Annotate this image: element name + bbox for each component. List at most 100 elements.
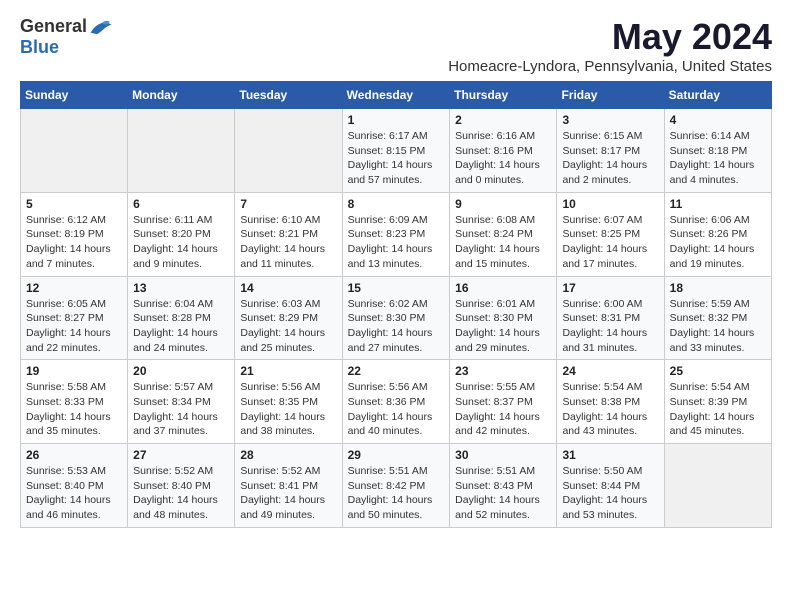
calendar-cell: 22 Sunrise: 5:56 AM Sunset: 8:36 PM Dayli… — [342, 360, 450, 444]
day-number: 4 — [670, 113, 766, 127]
calendar-header-row: SundayMondayTuesdayWednesdayThursdayFrid… — [21, 82, 772, 109]
calendar-cell: 14 Sunrise: 6:03 AM Sunset: 8:29 PM Dayli… — [235, 276, 342, 360]
day-info: Sunrise: 5:54 AM Sunset: 8:39 PM Dayligh… — [670, 380, 766, 439]
day-info: Sunrise: 5:59 AM Sunset: 8:32 PM Dayligh… — [670, 297, 766, 356]
day-number: 2 — [455, 113, 551, 127]
day-number: 30 — [455, 448, 551, 462]
calendar-cell: 15 Sunrise: 6:02 AM Sunset: 8:30 PM Dayli… — [342, 276, 450, 360]
day-info: Sunrise: 6:11 AM Sunset: 8:20 PM Dayligh… — [133, 213, 229, 272]
day-number: 9 — [455, 197, 551, 211]
day-number: 19 — [26, 364, 122, 378]
calendar-cell: 3 Sunrise: 6:15 AM Sunset: 8:17 PM Daylig… — [557, 109, 664, 193]
day-info: Sunrise: 6:03 AM Sunset: 8:29 PM Dayligh… — [240, 297, 336, 356]
calendar-cell: 18 Sunrise: 5:59 AM Sunset: 8:32 PM Dayli… — [664, 276, 771, 360]
day-number: 6 — [133, 197, 229, 211]
calendar-cell: 20 Sunrise: 5:57 AM Sunset: 8:34 PM Dayli… — [128, 360, 235, 444]
day-number: 29 — [348, 448, 445, 462]
calendar-cell: 6 Sunrise: 6:11 AM Sunset: 8:20 PM Daylig… — [128, 192, 235, 276]
calendar-cell: 21 Sunrise: 5:56 AM Sunset: 8:35 PM Dayli… — [235, 360, 342, 444]
day-info: Sunrise: 5:56 AM Sunset: 8:36 PM Dayligh… — [348, 380, 445, 439]
day-info: Sunrise: 6:08 AM Sunset: 8:24 PM Dayligh… — [455, 213, 551, 272]
calendar-header-day: Tuesday — [235, 82, 342, 109]
day-number: 5 — [26, 197, 122, 211]
calendar-cell: 30 Sunrise: 5:51 AM Sunset: 8:43 PM Dayli… — [450, 444, 557, 528]
calendar-cell: 7 Sunrise: 6:10 AM Sunset: 8:21 PM Daylig… — [235, 192, 342, 276]
day-number: 28 — [240, 448, 336, 462]
day-number: 1 — [348, 113, 445, 127]
day-info: Sunrise: 6:00 AM Sunset: 8:31 PM Dayligh… — [562, 297, 658, 356]
calendar-header-day: Sunday — [21, 82, 128, 109]
calendar-cell: 25Sunrise: 5:54 AM Sunset: 8:39 PM Dayli… — [664, 360, 771, 444]
calendar-cell: 23Sunrise: 5:55 AM Sunset: 8:37 PM Dayli… — [450, 360, 557, 444]
day-number: 14 — [240, 281, 336, 295]
calendar-cell: 29Sunrise: 5:51 AM Sunset: 8:42 PM Dayli… — [342, 444, 450, 528]
day-info: Sunrise: 5:56 AM Sunset: 8:35 PM Dayligh… — [240, 380, 336, 439]
day-number: 13 — [133, 281, 229, 295]
calendar-header-day: Thursday — [450, 82, 557, 109]
logo: General Blue — [20, 16, 113, 58]
day-info: Sunrise: 6:02 AM Sunset: 8:30 PM Dayligh… — [348, 297, 445, 356]
day-info: Sunrise: 6:15 AM Sunset: 8:17 PM Dayligh… — [562, 129, 658, 188]
day-info: Sunrise: 5:57 AM Sunset: 8:34 PM Dayligh… — [133, 380, 229, 439]
calendar-cell: 9 Sunrise: 6:08 AM Sunset: 8:24 PM Daylig… — [450, 192, 557, 276]
calendar-header-day: Saturday — [664, 82, 771, 109]
calendar-cell: 19 Sunrise: 5:58 AM Sunset: 8:33 PM Dayli… — [21, 360, 128, 444]
calendar-cell — [235, 109, 342, 193]
day-number: 7 — [240, 197, 336, 211]
day-info: Sunrise: 6:04 AM Sunset: 8:28 PM Dayligh… — [133, 297, 229, 356]
day-number: 20 — [133, 364, 229, 378]
day-info: Sunrise: 5:50 AM Sunset: 8:44 PM Dayligh… — [562, 464, 658, 523]
calendar-cell: 10Sunrise: 6:07 AM Sunset: 8:25 PM Dayli… — [557, 192, 664, 276]
calendar-cell: 5 Sunrise: 6:12 AM Sunset: 8:19 PM Daylig… — [21, 192, 128, 276]
day-info: Sunrise: 6:10 AM Sunset: 8:21 PM Dayligh… — [240, 213, 336, 272]
day-number: 11 — [670, 197, 766, 211]
day-info: Sunrise: 6:12 AM Sunset: 8:19 PM Dayligh… — [26, 213, 122, 272]
calendar-cell: 28Sunrise: 5:52 AM Sunset: 8:41 PM Dayli… — [235, 444, 342, 528]
day-info: Sunrise: 5:54 AM Sunset: 8:38 PM Dayligh… — [562, 380, 658, 439]
day-info: Sunrise: 6:16 AM Sunset: 8:16 PM Dayligh… — [455, 129, 551, 188]
day-number: 26 — [26, 448, 122, 462]
day-number: 3 — [562, 113, 658, 127]
calendar-week-row: 19 Sunrise: 5:58 AM Sunset: 8:33 PM Dayli… — [21, 360, 772, 444]
calendar-cell — [21, 109, 128, 193]
day-info: Sunrise: 5:58 AM Sunset: 8:33 PM Dayligh… — [26, 380, 122, 439]
day-number: 16 — [455, 281, 551, 295]
day-info: Sunrise: 5:55 AM Sunset: 8:37 PM Dayligh… — [455, 380, 551, 439]
day-number: 8 — [348, 197, 445, 211]
day-info: Sunrise: 5:53 AM Sunset: 8:40 PM Dayligh… — [26, 464, 122, 523]
calendar-week-row: 5 Sunrise: 6:12 AM Sunset: 8:19 PM Daylig… — [21, 192, 772, 276]
logo-general-text: General — [20, 16, 87, 37]
calendar-cell: 12Sunrise: 6:05 AM Sunset: 8:27 PM Dayli… — [21, 276, 128, 360]
day-number: 15 — [348, 281, 445, 295]
day-info: Sunrise: 6:14 AM Sunset: 8:18 PM Dayligh… — [670, 129, 766, 188]
day-info: Sunrise: 6:01 AM Sunset: 8:30 PM Dayligh… — [455, 297, 551, 356]
day-number: 24 — [562, 364, 658, 378]
calendar-cell: 26 Sunrise: 5:53 AM Sunset: 8:40 PM Dayli… — [21, 444, 128, 528]
day-info: Sunrise: 5:52 AM Sunset: 8:40 PM Dayligh… — [133, 464, 229, 523]
day-number: 27 — [133, 448, 229, 462]
day-number: 18 — [670, 281, 766, 295]
calendar-cell: 2 Sunrise: 6:16 AM Sunset: 8:16 PM Daylig… — [450, 109, 557, 193]
logo-bird-icon — [89, 17, 113, 37]
day-info: Sunrise: 6:05 AM Sunset: 8:27 PM Dayligh… — [26, 297, 122, 356]
calendar-cell: 24 Sunrise: 5:54 AM Sunset: 8:38 PM Dayli… — [557, 360, 664, 444]
calendar-cell: 4 Sunrise: 6:14 AM Sunset: 8:18 PM Daylig… — [664, 109, 771, 193]
subtitle: Homeacre-Lyndora, Pennsylvania, United S… — [448, 58, 772, 75]
calendar-table: SundayMondayTuesdayWednesdayThursdayFrid… — [20, 81, 772, 528]
day-info: Sunrise: 5:51 AM Sunset: 8:43 PM Dayligh… — [455, 464, 551, 523]
calendar-header-day: Wednesday — [342, 82, 450, 109]
day-number: 10 — [562, 197, 658, 211]
calendar-cell: 31 Sunrise: 5:50 AM Sunset: 8:44 PM Dayli… — [557, 444, 664, 528]
day-number: 31 — [562, 448, 658, 462]
calendar-cell: 13 Sunrise: 6:04 AM Sunset: 8:28 PM Dayli… — [128, 276, 235, 360]
calendar-week-row: 1Sunrise: 6:17 AM Sunset: 8:15 PM Daylig… — [21, 109, 772, 193]
day-info: Sunrise: 6:06 AM Sunset: 8:26 PM Dayligh… — [670, 213, 766, 272]
calendar-header-day: Monday — [128, 82, 235, 109]
day-number: 17 — [562, 281, 658, 295]
calendar-cell: 17 Sunrise: 6:00 AM Sunset: 8:31 PM Dayli… — [557, 276, 664, 360]
day-number: 21 — [240, 364, 336, 378]
calendar-week-row: 12Sunrise: 6:05 AM Sunset: 8:27 PM Dayli… — [21, 276, 772, 360]
day-number: 22 — [348, 364, 445, 378]
calendar-cell: 27 Sunrise: 5:52 AM Sunset: 8:40 PM Dayli… — [128, 444, 235, 528]
calendar-cell — [128, 109, 235, 193]
